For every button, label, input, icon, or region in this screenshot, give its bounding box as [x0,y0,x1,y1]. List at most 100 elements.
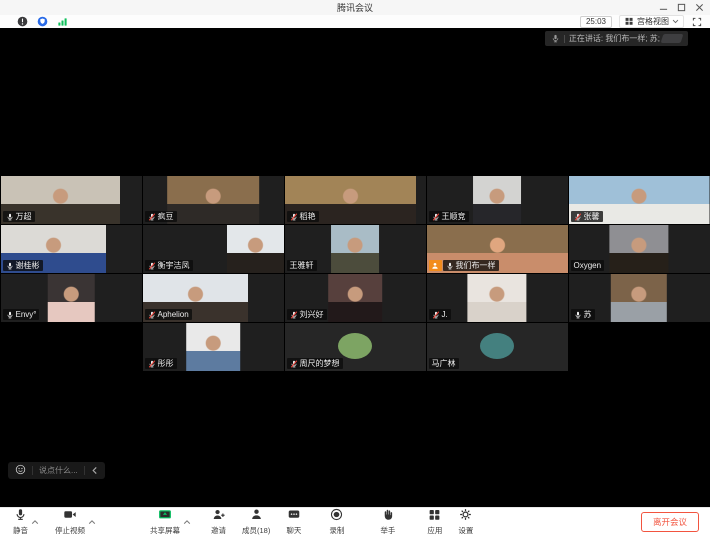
collapse-chat-icon[interactable] [91,462,98,480]
participant-tile[interactable]: Aphelion [143,274,284,322]
participant-avatar [338,333,372,359]
mic-muted-icon [148,311,156,319]
video-grid: 万超 疯豆 稻艳王顺竞 张馨谢桂彬 衡宇洁凤 王雅轩我们布一样 Oxygen Envy° Aph… [0,176,710,372]
grid-row: Envy° Aphelion 刘兴好 J. 苏 [0,274,710,322]
fullscreen-icon[interactable] [692,17,702,27]
toolbar-label: 聊天 [286,527,301,535]
participant-tile[interactable]: 彤彤 [143,323,284,371]
apps-icon [428,508,441,526]
participant-label: 彤彤 [145,358,177,369]
participant-name: 张馨 [584,211,600,222]
participant-tile[interactable]: Oxygen [569,225,710,273]
hand-icon [381,508,394,526]
participant-tile[interactable]: 刘兴好 [285,274,426,322]
mic-muted-icon [148,213,156,221]
participant-name: J. [442,309,448,320]
toolbar-camera-button[interactable]: 停止视频 [55,508,96,535]
participant-name: Oxygen [574,260,602,271]
camera-icon [63,508,77,526]
participant-label: 衡宇洁凤 [145,260,193,271]
participant-tile[interactable]: 疯豆 [143,176,284,224]
emoji-icon[interactable] [15,462,26,480]
view-mode-label: 宫格视图 [637,16,669,27]
network-quality-icon[interactable] [57,16,68,27]
participant-label: 我们布一样 [429,260,499,271]
participant-tile[interactable]: 万超 [1,176,142,224]
participant-tile[interactable]: 衡宇洁凤 [143,225,284,273]
mic-on-icon [574,311,582,319]
invite-icon [212,508,226,526]
participant-tile[interactable]: 周尺的梦想 [285,323,426,371]
close-button[interactable] [690,0,708,15]
participant-label: 张馨 [571,211,603,222]
participant-tile[interactable]: J. [427,274,568,322]
toolbar-label: 设置 [458,527,473,535]
participant-tile[interactable]: 王顺竞 [427,176,568,224]
mic-muted-icon [290,213,298,221]
toolbar-apps-button[interactable]: 应用 [427,508,442,535]
toolbar-screen-button[interactable]: 共享屏幕 [150,508,191,535]
participant-video [186,323,240,371]
participant-video [167,176,259,224]
toolbar-members-button[interactable]: 成员(18) [242,508,270,535]
participant-tile[interactable]: 谢桂彬 [1,225,142,273]
minimize-button[interactable] [654,0,672,15]
participant-name: 谢桂彬 [16,260,40,271]
window-title: 腾讯会议 [337,1,373,14]
participant-label: 苏 [571,309,595,320]
mic-muted-icon [290,311,298,319]
mic-on-icon [446,262,454,270]
participant-label: Oxygen [571,260,605,271]
participant-label: 万超 [3,211,35,222]
toolbar-label: 应用 [427,527,442,535]
grid-row: 谢桂彬 衡宇洁凤 王雅轩我们布一样 Oxygen [0,225,710,273]
grid-row: 万超 疯豆 稻艳王顺竞 张馨 [0,176,710,224]
participant-name: 我们布一样 [456,260,496,271]
grid-view-icon [624,16,634,28]
participant-name: 衡宇洁凤 [158,260,190,271]
maximize-button[interactable] [672,0,690,15]
participant-name: 王顺竞 [442,211,466,222]
mic-on-icon [6,213,14,221]
toolbar-record-button[interactable]: 录制 [329,508,344,535]
meeting-top-toolbar: 25:03 宫格视图 [0,15,710,28]
layout-view-button[interactable]: 宫格视图 [619,15,684,28]
participant-tile[interactable]: 张馨 [569,176,710,224]
chat-input[interactable]: 说点什么... [39,465,78,476]
participant-tile[interactable]: 我们布一样 [427,225,568,273]
quick-chat-bar: 说点什么... [8,462,105,479]
window-controls [654,0,708,15]
participant-avatar [480,333,514,359]
info-icon[interactable] [17,16,28,27]
participant-tile[interactable]: 王雅轩 [285,225,426,273]
participant-label: 谢桂彬 [3,260,43,271]
toolbar-mic-button[interactable]: 静音 [13,508,39,535]
chevron-up-icon[interactable] [183,519,191,525]
participant-name: 万超 [16,211,32,222]
toolbar-label: 停止视频 [55,527,85,535]
participant-label: 刘兴好 [287,309,327,320]
participant-tile[interactable]: 稻艳 [285,176,426,224]
toolbar-chat-button[interactable]: 聊天 [286,508,301,535]
speaking-text: 正在讲话: 我们布一样; 苏; [569,33,660,44]
status-icons [17,16,68,27]
participant-tile[interactable]: Envy° [1,274,142,322]
participant-tile[interactable]: 苏 [569,274,710,322]
shield-icon[interactable] [37,16,48,27]
participant-name: Aphelion [158,309,189,320]
toolbar-gear-button[interactable]: 设置 [458,508,473,535]
leave-meeting-button[interactable]: 离开会议 [641,512,699,532]
chevron-up-icon[interactable] [31,519,39,525]
participant-video [467,274,526,322]
participant-label: 疯豆 [145,211,177,222]
mic-icon [14,508,27,526]
toolbar-invite-button[interactable]: 邀请 [211,508,226,535]
participant-video [328,274,382,322]
toolbar-label: 邀请 [211,527,226,535]
record-icon [330,508,343,526]
participant-name: 周尺的梦想 [300,358,340,369]
participant-tile[interactable]: 马广林 [427,323,568,371]
mic-muted-icon [148,360,156,368]
toolbar-hand-button[interactable]: 举手 [380,508,395,535]
chevron-up-icon[interactable] [88,519,96,525]
